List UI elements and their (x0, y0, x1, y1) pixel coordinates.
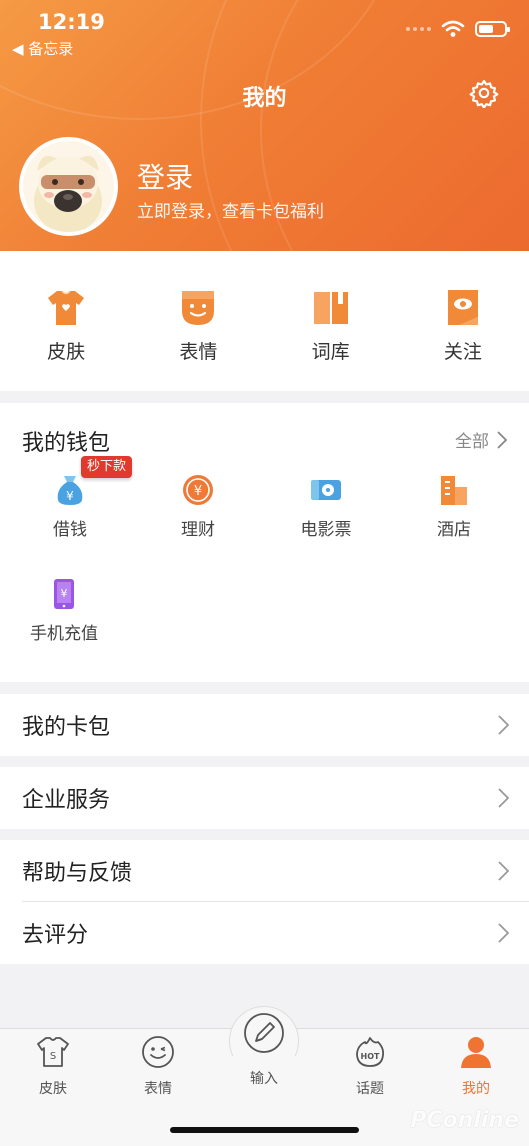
menu-row-label: 我的卡包 (22, 715, 111, 740)
wallet-item-hotel[interactable]: 酒店 (390, 473, 518, 577)
watermark-logo: PConline (410, 1108, 519, 1133)
book-icon (313, 292, 348, 324)
wallet-item-label: 手机充值 (30, 624, 98, 644)
tab-mine[interactable]: 我的 (436, 1034, 516, 1098)
login-subtitle[interactable]: 立即登录，查看卡包福利 (137, 197, 324, 222)
wallet-item-label: 电影票 (300, 520, 352, 540)
home-indicator (170, 1127, 359, 1133)
dog-avatar-icon (23, 141, 114, 232)
menu-row-help[interactable]: 帮助与反馈 (0, 840, 529, 902)
login-title[interactable]: 登录 (137, 156, 193, 196)
tab-label: 输入 (250, 1071, 278, 1087)
eye-flag-icon (447, 290, 478, 325)
smile-outline-icon (142, 1036, 174, 1068)
menu-row-rate[interactable]: 去评分 (0, 902, 529, 964)
chevron-right-icon (497, 430, 507, 449)
wallet-item-loan[interactable]: ¥ 借钱 (6, 473, 134, 577)
svg-text:¥: ¥ (194, 484, 202, 499)
wallet-section: 我的钱包 全部 ¥ 借钱 ¥ 理财 电影票 酒店 ¥ 手机充值 (0, 403, 529, 682)
wallet-all-link[interactable]: 全部 (455, 427, 507, 452)
svg-text:¥: ¥ (61, 587, 68, 600)
tshirt-icon (48, 290, 85, 325)
quick-item-emoji[interactable]: 表情 (132, 251, 264, 391)
profile-header: 12:19 ◀ 备忘录 我的 登录 立即登录，查看卡包福利 (0, 0, 529, 251)
quick-item-follow[interactable]: 关注 (397, 251, 529, 391)
menu-row-label: 去评分 (22, 923, 89, 948)
menu-row-label: 帮助与反馈 (22, 861, 133, 886)
pen-icon (244, 1013, 284, 1053)
status-indicators (406, 20, 510, 38)
person-icon (461, 1037, 491, 1068)
chevron-right-icon (498, 861, 509, 881)
quick-item-skin[interactable]: 皮肤 (0, 251, 132, 391)
tab-skin[interactable]: S 皮肤 (13, 1034, 93, 1098)
svg-text:¥: ¥ (66, 489, 74, 503)
tab-input[interactable]: 输入 (224, 1012, 304, 1088)
quick-item-label: 关注 (443, 341, 482, 363)
phone-recharge-icon: ¥ (54, 579, 74, 609)
menu-row-label: 企业服务 (22, 788, 111, 813)
signal-icon (406, 27, 431, 31)
wallet-title: 我的钱包 (22, 431, 111, 456)
wallet-item-movie[interactable]: 电影票 (262, 473, 390, 577)
wallet-all-label: 全部 (455, 432, 489, 452)
chevron-right-icon (498, 788, 509, 808)
hot-topic-icon: HOT (356, 1037, 385, 1067)
avatar[interactable] (19, 137, 118, 236)
quick-item-label: 词库 (311, 341, 350, 363)
menu-row-card-pack[interactable]: 我的卡包 (0, 694, 529, 756)
wallet-item-recharge[interactable]: ¥ 手机充值 (0, 577, 128, 681)
menu-row-enterprise[interactable]: 企业服务 (0, 767, 529, 829)
quick-actions-bar: 皮肤 表情 词库 关注 (0, 251, 529, 391)
wallet-item-label: 理财 (181, 520, 215, 540)
svg-text:S: S (50, 1051, 56, 1062)
settings-gear-icon[interactable] (469, 78, 499, 108)
tab-label: 我的 (462, 1081, 490, 1097)
yuan-coin-icon: ¥ (183, 475, 213, 505)
chevron-right-icon (498, 923, 509, 943)
quick-item-lexicon[interactable]: 词库 (265, 251, 397, 391)
tshirt-outline-icon: S (37, 1037, 69, 1067)
promo-badge: 秒下款 (81, 456, 133, 478)
tab-label: 话题 (356, 1081, 384, 1097)
tab-label: 表情 (144, 1081, 172, 1097)
wallet-item-label: 酒店 (437, 520, 471, 540)
film-ticket-icon (311, 480, 341, 500)
page-title: 我的 (242, 86, 287, 111)
chevron-right-icon (498, 715, 509, 735)
tab-emoji[interactable]: 表情 (118, 1034, 198, 1098)
wallet-item-label: 借钱 (53, 520, 87, 540)
quick-item-label: 表情 (179, 341, 218, 363)
money-bag-icon: ¥ (57, 476, 83, 505)
wallet-grid: ¥ 借钱 ¥ 理财 电影票 酒店 ¥ 手机充值 (0, 473, 529, 681)
smile-icon (182, 291, 215, 325)
tab-topic[interactable]: HOT 话题 (330, 1034, 410, 1098)
status-time: 12:19 (38, 10, 105, 34)
quick-item-label: 皮肤 (47, 341, 86, 363)
hotel-icon (441, 476, 467, 505)
back-to-app-link[interactable]: ◀ 备忘录 (12, 38, 73, 59)
svg-text:HOT: HOT (361, 1052, 380, 1061)
wallet-item-finance[interactable]: ¥ 理财 (134, 473, 262, 577)
battery-icon (475, 21, 510, 37)
tab-label: 皮肤 (39, 1081, 67, 1097)
wifi-icon (441, 20, 465, 37)
